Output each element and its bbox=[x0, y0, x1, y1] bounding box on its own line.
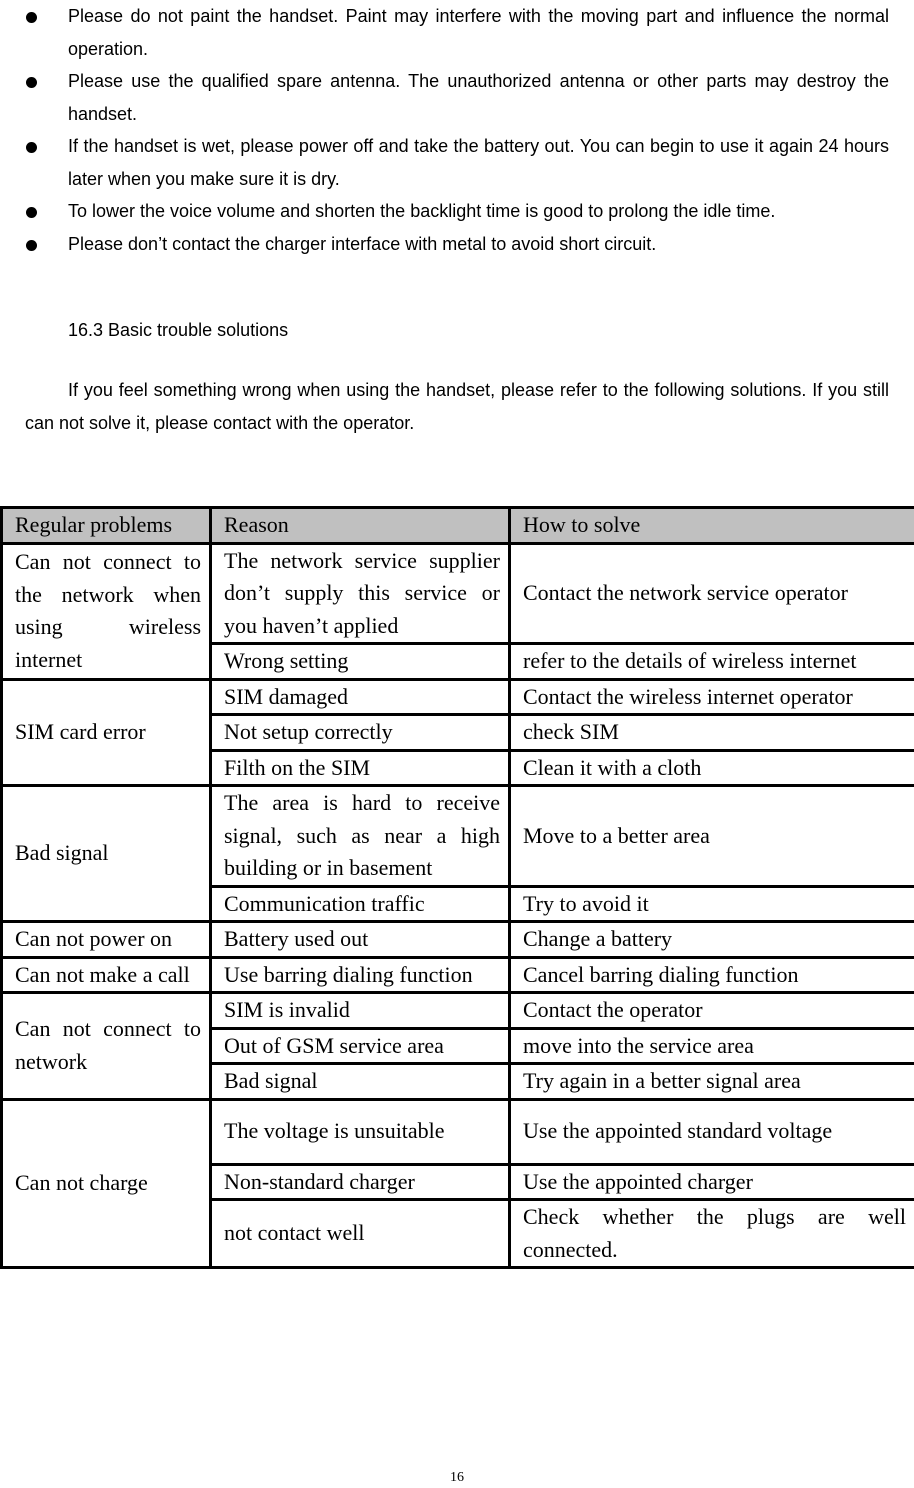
solution-cell: Move to a better area bbox=[508, 784, 914, 888]
table-row: SIM card error SIM damaged Contact the w… bbox=[0, 677, 914, 787]
trouble-solutions-table: Regular problems Reason How to solve Can… bbox=[0, 506, 914, 1269]
bullet-icon bbox=[26, 12, 37, 23]
table-row: Can not connect to the network when usin… bbox=[0, 541, 914, 681]
solution-cell: Try again in a better signal area bbox=[508, 1062, 914, 1101]
solution-cell: Use the appointed standard voltage bbox=[508, 1097, 914, 1166]
reason-cell: Not setup correctly bbox=[209, 713, 511, 752]
solution-cell: Use the appointed charger bbox=[508, 1162, 914, 1201]
solution-cell: move into the service area bbox=[508, 1026, 914, 1065]
solution-cell: Change a battery bbox=[508, 920, 914, 959]
list-item: Please don’t contact the charger interfa… bbox=[0, 228, 914, 261]
list-item: Please use the qualified spare antenna. … bbox=[0, 65, 914, 130]
solution-cell: refer to the details of wireless interne… bbox=[508, 642, 914, 681]
solution-cell: Contact the network service operator bbox=[508, 541, 914, 645]
list-item: To lower the voice volume and shorten th… bbox=[0, 195, 914, 228]
bullet-text: Please don’t contact the charger interfa… bbox=[68, 233, 657, 254]
bullet-icon bbox=[26, 142, 37, 153]
reason-cell: The network service supplier don’t suppl… bbox=[209, 541, 511, 645]
reason-cell: Bad signal bbox=[209, 1062, 511, 1101]
reason-cell: Communication traffic bbox=[209, 884, 511, 923]
bullet-text: If the handset is wet, please power off … bbox=[68, 136, 889, 189]
problem-cell: Can not charge bbox=[0, 1097, 212, 1269]
list-item: If the handset is wet, please power off … bbox=[0, 130, 914, 195]
reason-cell: Wrong setting bbox=[209, 642, 511, 681]
table-row: Can not charge The voltage is unsuitable… bbox=[0, 1097, 914, 1269]
reason-cell: not contact well bbox=[209, 1198, 511, 1269]
reason-cell: Non-standard charger bbox=[209, 1162, 511, 1201]
precautions-list: Please do not paint the handset. Paint m… bbox=[0, 0, 914, 260]
solution-cell: Contact the operator bbox=[508, 991, 914, 1030]
problem-cell: Can not power on bbox=[0, 920, 212, 959]
bullet-text: Please do not paint the handset. Paint m… bbox=[68, 6, 889, 59]
list-item: Please do not paint the handset. Paint m… bbox=[0, 0, 914, 65]
header-reason: Reason bbox=[209, 506, 511, 545]
intro-paragraph: If you feel something wrong when using t… bbox=[25, 380, 889, 433]
solution-cell: Try to avoid it bbox=[508, 884, 914, 923]
table-row: Can not connect to network SIM is invali… bbox=[0, 991, 914, 1101]
bullet-icon bbox=[26, 239, 37, 251]
reason-cell: Out of GSM service area bbox=[209, 1026, 511, 1065]
header-regular-problems: Regular problems bbox=[0, 506, 212, 545]
problem-cell: Can not connect to the network when usin… bbox=[0, 541, 212, 681]
reason-cell: The area is hard to receive signal, such… bbox=[209, 784, 511, 888]
table-row: Can not power on Battery used out Change… bbox=[0, 920, 914, 959]
header-how-to-solve: How to solve bbox=[508, 506, 914, 545]
bullet-icon bbox=[26, 207, 37, 218]
solution-cell: Contact the wireless internet operator bbox=[508, 677, 914, 716]
reason-cell: Filth on the SIM bbox=[209, 748, 511, 787]
page-number: 16 bbox=[450, 1470, 464, 1485]
solution-cell: Cancel barring dialing function bbox=[508, 955, 914, 994]
problem-cell: Can not connect to network bbox=[0, 991, 212, 1101]
reason-cell: Battery used out bbox=[209, 920, 511, 959]
solution-cell: check SIM bbox=[508, 713, 914, 752]
solution-cell: Clean it with a cloth bbox=[508, 748, 914, 787]
problem-cell: Can not make a call bbox=[0, 955, 212, 994]
table-row: Can not make a call Use barring dialing … bbox=[0, 955, 914, 994]
problem-cell: SIM card error bbox=[0, 677, 212, 787]
bullet-text: To lower the voice volume and shorten th… bbox=[68, 201, 776, 221]
reason-cell: Use barring dialing function bbox=[209, 955, 511, 994]
table-header-row: Regular problems Reason How to solve bbox=[0, 506, 914, 545]
reason-cell: The voltage is unsuitable bbox=[209, 1097, 511, 1166]
bullet-text: Please use the qualified spare antenna. … bbox=[68, 71, 889, 124]
solution-cell: Check whether the plugs are well connect… bbox=[508, 1198, 914, 1269]
reason-cell: SIM is invalid bbox=[209, 991, 511, 1030]
reason-cell: SIM damaged bbox=[209, 677, 511, 716]
table-row: Bad signal The area is hard to receive s… bbox=[0, 784, 914, 923]
problem-cell: Bad signal bbox=[0, 784, 212, 923]
bullet-icon bbox=[26, 77, 37, 88]
section-title: 16.3 Basic trouble solutions bbox=[68, 320, 289, 340]
